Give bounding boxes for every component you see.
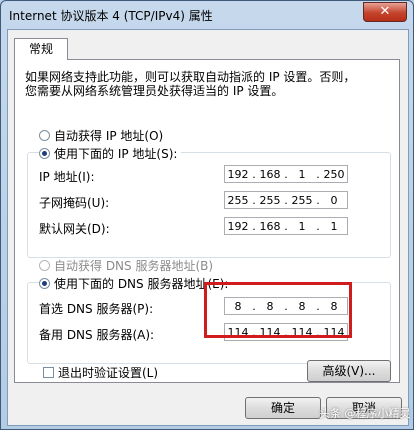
manual-ip-radio[interactable]	[39, 148, 50, 159]
dns-highlight-box	[204, 282, 352, 338]
ip-address-input[interactable]: 192. 168. 1. 250	[224, 165, 348, 183]
tab-general[interactable]: 常规	[14, 38, 68, 60]
auto-ip-label: 自动获得 IP 地址(O)	[54, 129, 164, 143]
preferred-dns-label: 首选 DNS 服务器(P):	[39, 302, 154, 316]
manual-ip-label: 使用下面的 IP 地址(S):	[54, 147, 178, 161]
watermark-text: 头条 @程序小精灵	[319, 407, 411, 420]
manual-dns-label: 使用下面的 DNS 服务器地址(E):	[54, 277, 229, 291]
manual-ip-option[interactable]: 使用下面的 IP 地址(S):	[39, 145, 182, 162]
subnet-mask-input[interactable]: 255. 255. 255. 0	[224, 191, 348, 209]
description-line-1: 如果网络支持此功能，则可以获取自动指派的 IP 设置。否则，	[25, 70, 356, 84]
auto-dns-option[interactable]: 自动获得 DNS 服务器地址(B)	[39, 257, 213, 274]
validate-settings-checkbox[interactable]	[43, 367, 54, 378]
manual-dns-radio[interactable]	[39, 278, 50, 289]
auto-ip-option[interactable]: 自动获得 IP 地址(O)	[39, 127, 163, 144]
description-line-2: 您需要从网络系统管理员处获得适当的 IP 设置。	[25, 84, 284, 98]
dialog-client-area: 常规 如果网络支持此功能，则可以获取自动指派的 IP 设置。否则， 您需要从网络…	[7, 29, 409, 426]
validate-settings-option[interactable]: 退出时验证设置(L)	[43, 364, 158, 381]
auto-dns-label: 自动获得 DNS 服务器地址(B)	[54, 259, 214, 273]
ip-address-label: IP 地址(I):	[39, 170, 95, 184]
advanced-button[interactable]: 高级(V)...	[307, 360, 391, 382]
close-button[interactable]: ✕	[363, 2, 407, 22]
alternate-dns-label: 备用 DNS 服务器(A):	[39, 328, 155, 342]
subnet-mask-label: 子网掩码(U):	[39, 196, 110, 210]
default-gateway-input[interactable]: 192. 168. 1. 1	[224, 217, 348, 235]
description-text: 如果网络支持此功能，则可以获取自动指派的 IP 设置。否则， 您需要从网络系统管…	[25, 70, 385, 98]
default-gateway-label: 默认网关(D):	[39, 222, 110, 236]
title-bar[interactable]: Internet 协议版本 4 (TCP/IPv4) 属性 ✕	[1, 1, 413, 29]
ok-button[interactable]: 确定	[245, 397, 321, 419]
window-title: Internet 协议版本 4 (TCP/IPv4) 属性	[9, 9, 213, 23]
auto-ip-radio[interactable]	[39, 130, 50, 141]
properties-dialog: Internet 协议版本 4 (TCP/IPv4) 属性 ✕ 常规 如果网络支…	[0, 0, 414, 430]
validate-settings-label: 退出时验证设置(L)	[58, 366, 159, 380]
auto-dns-radio[interactable]	[39, 260, 50, 271]
